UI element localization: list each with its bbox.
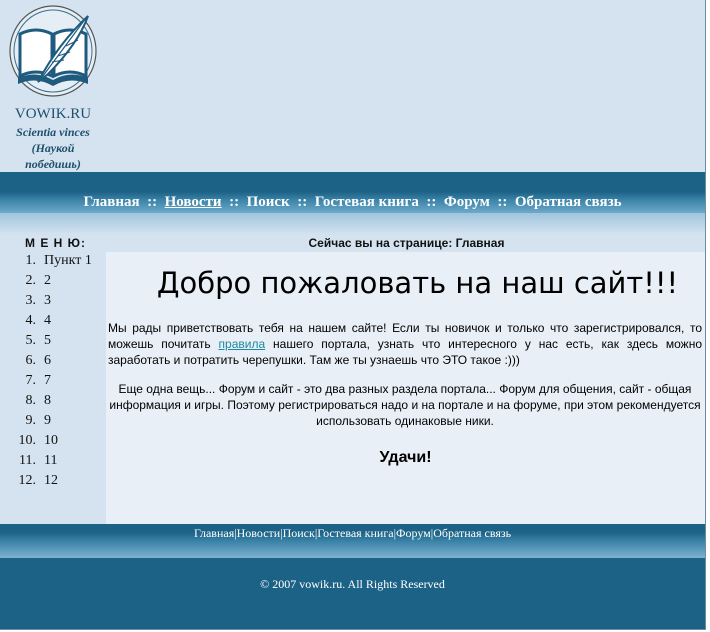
- menu-item-label[interactable]: 5: [44, 333, 51, 348]
- site-logo[interactable]: VOWIK.RU Scientia vinces (Наукой победиш…: [5, 4, 101, 172]
- footer-nav: Главная|Новости|Поиск|Гостевая книга|Фор…: [0, 524, 705, 542]
- rules-link[interactable]: правила: [219, 337, 266, 351]
- menu-item[interactable]: 4. 4: [0, 311, 102, 331]
- menu-item[interactable]: 11. 11: [0, 451, 102, 471]
- nav-feedback[interactable]: Обратная связь: [515, 194, 622, 210]
- nav-separator: ::: [493, 194, 512, 210]
- menu-item[interactable]: 10. 10: [0, 431, 102, 451]
- nav-separator: ::: [422, 194, 441, 210]
- nav-home[interactable]: Главная: [83, 194, 139, 210]
- forum-info-paragraph: Еще одна вещь... Форум и сайт - это два …: [109, 382, 701, 428]
- footer-link-home[interactable]: Главная: [194, 526, 234, 540]
- menu-item-label[interactable]: 4: [44, 313, 51, 328]
- nav-forum[interactable]: Форум: [444, 194, 490, 210]
- footer-link-forum[interactable]: Форум: [396, 526, 431, 540]
- menu-item[interactable]: 6. 6: [0, 351, 102, 371]
- breadcrumb: Сейчас вы на странице: Главная: [308, 236, 505, 250]
- nav-news[interactable]: Новости: [165, 194, 222, 210]
- site-motto: Scientia vinces (Наукой победишь): [5, 124, 101, 172]
- site-header: VOWIK.RU Scientia vinces (Наукой победиш…: [0, 0, 705, 172]
- footer-link-feedback[interactable]: Обратная связь: [433, 526, 511, 540]
- menu-item[interactable]: 2. 2: [0, 271, 102, 291]
- copyright-text: © 2007 vowik.ru. All Rights Reserved: [260, 577, 445, 591]
- menu-item-number: 4.: [25, 313, 37, 328]
- menu-item-number: 5.: [25, 333, 37, 348]
- menu-item-label[interactable]: 9: [44, 413, 51, 428]
- main-nav: Главная :: Новости :: Поиск :: Гостевая …: [0, 191, 705, 213]
- menu-item[interactable]: 7. 7: [0, 371, 102, 391]
- motto-line: победишь): [25, 157, 81, 171]
- side-menu: 1. Пункт 1 2. 2 3. 3 4. 4 5. 5 6. 6 7. 7 8. 8 9.…: [0, 251, 102, 491]
- main-content: Добро пожаловать на наш сайт!!! Мы рады …: [106, 252, 705, 524]
- menu-item-number: 7.: [25, 373, 37, 388]
- footer-link-guestbook[interactable]: Гостевая книга: [317, 526, 393, 540]
- book-quill-logo-icon: [9, 5, 97, 97]
- footer-bottom-band: [0, 558, 705, 629]
- menu-item-number: 2.: [25, 273, 37, 288]
- footer-link-search[interactable]: Поиск: [283, 526, 315, 540]
- page-frame: VOWIK.RU Scientia vinces (Наукой победиш…: [0, 0, 706, 630]
- intro-paragraph: Мы рады приветствовать тебя на нашем сай…: [108, 320, 702, 368]
- menu-item[interactable]: 3. 3: [0, 291, 102, 311]
- motto-line: (Наукой: [31, 141, 75, 155]
- menu-item[interactable]: 8. 8: [0, 391, 102, 411]
- menu-item-number: 8.: [25, 393, 37, 408]
- menu-item-label[interactable]: 6: [44, 353, 51, 368]
- menu-item-number: 11.: [19, 453, 36, 468]
- motto-line: Scientia vinces: [16, 125, 90, 139]
- menu-item-number: 12.: [18, 473, 37, 488]
- menu-title: М Е Н Ю:: [25, 236, 87, 250]
- menu-item-number: 9.: [25, 413, 37, 428]
- site-name: VOWIK.RU: [14, 106, 92, 122]
- menu-item-label[interactable]: Пункт 1: [44, 253, 92, 268]
- menu-item-number: 10.: [18, 433, 37, 448]
- menu-item[interactable]: 9. 9: [0, 411, 102, 431]
- menu-item-label[interactable]: 7: [44, 373, 51, 388]
- menu-item-label[interactable]: 10: [44, 433, 58, 448]
- nav-separator: ::: [225, 194, 243, 210]
- nav-separator: ::: [143, 194, 161, 210]
- menu-item-label[interactable]: 8: [44, 393, 51, 408]
- menu-item[interactable]: 1. Пункт 1: [0, 251, 102, 271]
- menu-item-label[interactable]: 11: [44, 453, 57, 468]
- nav-guestbook[interactable]: Гостевая книга: [315, 194, 419, 210]
- menu-item-label[interactable]: 12: [44, 473, 58, 488]
- nav-separator: ::: [293, 194, 311, 210]
- nav-gradient-band: [0, 213, 705, 235]
- menu-item-label[interactable]: 3: [44, 293, 51, 308]
- menu-item-number: 1.: [25, 253, 37, 268]
- welcome-heading: Добро пожаловать на наш сайт!!!: [156, 266, 679, 300]
- menu-item[interactable]: 12. 12: [0, 471, 102, 491]
- menu-item[interactable]: 5. 5: [0, 331, 102, 351]
- footer-link-news[interactable]: Новости: [237, 526, 281, 540]
- menu-item-label[interactable]: 2: [44, 273, 51, 288]
- header-dark-band: [0, 172, 705, 191]
- nav-search[interactable]: Поиск: [247, 194, 290, 210]
- menu-item-number: 3.: [25, 293, 37, 308]
- menu-item-number: 6.: [25, 353, 37, 368]
- good-luck-text: Удачи!: [379, 449, 432, 466]
